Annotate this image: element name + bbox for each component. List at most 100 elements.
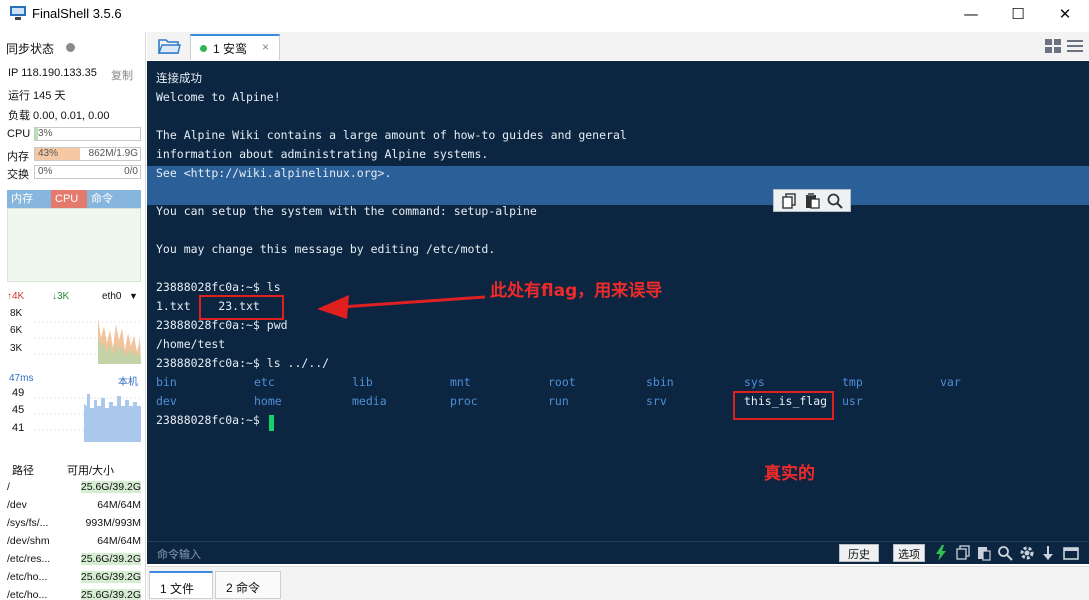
selection-toolbar xyxy=(773,189,851,212)
sync-status-label: 同步状态 xyxy=(6,42,55,56)
tab-session-label: 1 安鸾 xyxy=(213,42,248,56)
disk-path: /etc/res... xyxy=(7,553,51,565)
arrow-down-icon[interactable] xyxy=(1040,545,1056,561)
ip-address: IP 118.190.133.35 xyxy=(8,67,97,79)
terminal-line: /home/test xyxy=(156,337,226,351)
paste-icon[interactable] xyxy=(976,545,992,561)
process-list-panel xyxy=(7,208,141,282)
terminal-cursor xyxy=(269,415,274,431)
disk-row[interactable]: /etc/ho... 25.6G/39.2G xyxy=(7,569,141,587)
disk-row[interactable]: /etc/ho... 25.6G/39.2G xyxy=(7,587,141,600)
net-interface-select[interactable]: eth0 xyxy=(102,291,121,302)
command-input-label: 命令输入 xyxy=(157,549,201,561)
history-button[interactable]: 历史 xyxy=(839,544,879,562)
ping-latency: 47ms xyxy=(9,373,34,384)
session-tab-bar: 1 安鸾 × xyxy=(147,32,1089,60)
disk-header-path: 路径 xyxy=(12,465,34,477)
copy-ip-link[interactable]: 复制 xyxy=(111,67,133,83)
disk-table-header: 路径 可用/大小 xyxy=(7,462,141,478)
copy-icon[interactable] xyxy=(955,545,971,561)
dir-entry: run xyxy=(548,394,569,408)
cpu-meter: 3% xyxy=(34,127,141,141)
net-upload: ↑4K xyxy=(7,291,25,302)
disk-row[interactable]: /dev/shm 64M/64M xyxy=(7,533,141,551)
disk-row[interactable]: / 25.6G/39.2G xyxy=(7,479,141,497)
annotation-box-real-flag xyxy=(733,391,834,420)
menu-icon[interactable] xyxy=(1067,39,1083,53)
window-title: FinalShell 3.5.6 xyxy=(32,6,122,21)
disk-header-size: 可用/大小 xyxy=(67,465,115,477)
sidebar: 同步状态 IP 118.190.133.35 复制 运行 145 天 负载 0.… xyxy=(0,32,146,600)
search-icon[interactable] xyxy=(826,192,844,210)
chevron-down-icon[interactable]: ▼ xyxy=(129,291,138,301)
connected-dot-icon xyxy=(200,45,207,52)
dir-entry: media xyxy=(352,394,387,408)
disk-size: 25.6G/39.2G xyxy=(80,481,141,493)
swap-label: 交换 xyxy=(7,169,29,181)
process-tabs: 内存 CPU 命令 xyxy=(7,190,141,208)
proc-tab-command[interactable]: 命令 xyxy=(87,190,141,208)
disk-size: 64M/64M xyxy=(97,535,141,547)
swap-value: 0/0 xyxy=(124,166,138,177)
mem-percent: 43% xyxy=(38,148,59,159)
paste-icon[interactable] xyxy=(803,192,821,210)
dir-entry: var xyxy=(940,375,961,389)
dir-entry: root xyxy=(548,375,576,389)
disk-row[interactable]: /etc/res... 25.6G/39.2G xyxy=(7,551,141,569)
dir-entry: usr xyxy=(842,394,863,408)
terminal-line: The Alpine Wiki contains a large amount … xyxy=(156,128,627,142)
tab-files[interactable]: 1 文件 xyxy=(149,571,213,599)
grid-layout-icon[interactable] xyxy=(1045,39,1061,53)
terminal-line: Welcome to Alpine! xyxy=(156,90,281,104)
gear-icon[interactable] xyxy=(1019,545,1035,561)
tab-commands[interactable]: 2 命令 xyxy=(215,571,281,599)
ping-axis-label: 45 xyxy=(12,404,25,416)
lightning-icon[interactable] xyxy=(933,545,949,561)
search-icon[interactable] xyxy=(997,545,1013,561)
proc-tab-cpu[interactable]: CPU xyxy=(51,190,87,208)
dir-entry: bin xyxy=(156,375,177,389)
swap-percent: 0% xyxy=(38,166,53,177)
dir-entry: etc xyxy=(254,375,275,389)
close-tab-icon[interactable]: × xyxy=(262,40,269,54)
maximize-button[interactable]: ☐ xyxy=(995,0,1041,28)
annotation-real-text: 真实的 xyxy=(764,464,815,484)
ping-axis-label: 41 xyxy=(12,422,25,434)
title-bar: FinalShell 3.5.6 — ☐ ✕ xyxy=(0,0,1089,28)
disk-size: 25.6G/39.2G xyxy=(80,553,141,565)
close-button[interactable]: ✕ xyxy=(1042,0,1088,28)
dir-entry: tmp xyxy=(842,375,863,389)
net-axis-label: 8K xyxy=(10,308,23,319)
dir-entry: lib xyxy=(352,375,373,389)
disk-row[interactable]: /sys/fs/... 993M/993M xyxy=(7,515,141,533)
load-text: 负载 0.00, 0.01, 0.00 xyxy=(8,110,110,122)
disk-path: /dev/shm xyxy=(7,535,50,547)
options-button[interactable]: 选项 xyxy=(893,544,925,562)
copy-icon[interactable] xyxy=(780,192,798,210)
command-input-bar[interactable]: 命令输入 历史 选项 xyxy=(147,541,1089,564)
window-icon[interactable] xyxy=(1063,545,1079,561)
terminal-line: 23888028fc0a:~$ ls ../../ xyxy=(156,356,330,370)
terminal-line: 连接成功 xyxy=(156,71,202,85)
mem-value: 862M/1.9G xyxy=(88,148,138,159)
minimize-button[interactable]: — xyxy=(948,0,994,28)
annotation-misleading-text: 此处有flag，用来误导 xyxy=(490,281,663,301)
cpu-label: CPU xyxy=(7,128,31,140)
dir-entry: sys xyxy=(744,375,765,389)
disk-path: /sys/fs/... xyxy=(7,517,49,529)
disk-size: 64M/64M xyxy=(97,499,141,511)
dir-entry: dev xyxy=(156,394,177,408)
ping-latency-graph xyxy=(34,386,141,442)
network-traffic-graph xyxy=(34,308,141,364)
folder-icon[interactable] xyxy=(157,36,181,56)
uptime-text: 运行 145 天 xyxy=(8,90,66,102)
terminal-line: 23888028fc0a:~$ ls xyxy=(156,280,281,294)
disk-row[interactable]: /dev 64M/64M xyxy=(7,497,141,515)
tab-session-1[interactable]: 1 安鸾 × xyxy=(190,34,280,60)
terminal-panel[interactable]: 连接成功 Welcome to Alpine! The Alpine Wiki … xyxy=(147,61,1089,564)
terminal-line: See <http://wiki.alpinelinux.org>. xyxy=(156,166,392,180)
proc-tab-memory[interactable]: 内存 xyxy=(7,190,51,208)
terminal-line: You may change this message by editing /… xyxy=(156,242,496,256)
terminal-prompt: 23888028fc0a:~$ xyxy=(156,413,267,427)
mem-meter: 43% 862M/1.9G xyxy=(34,147,141,161)
